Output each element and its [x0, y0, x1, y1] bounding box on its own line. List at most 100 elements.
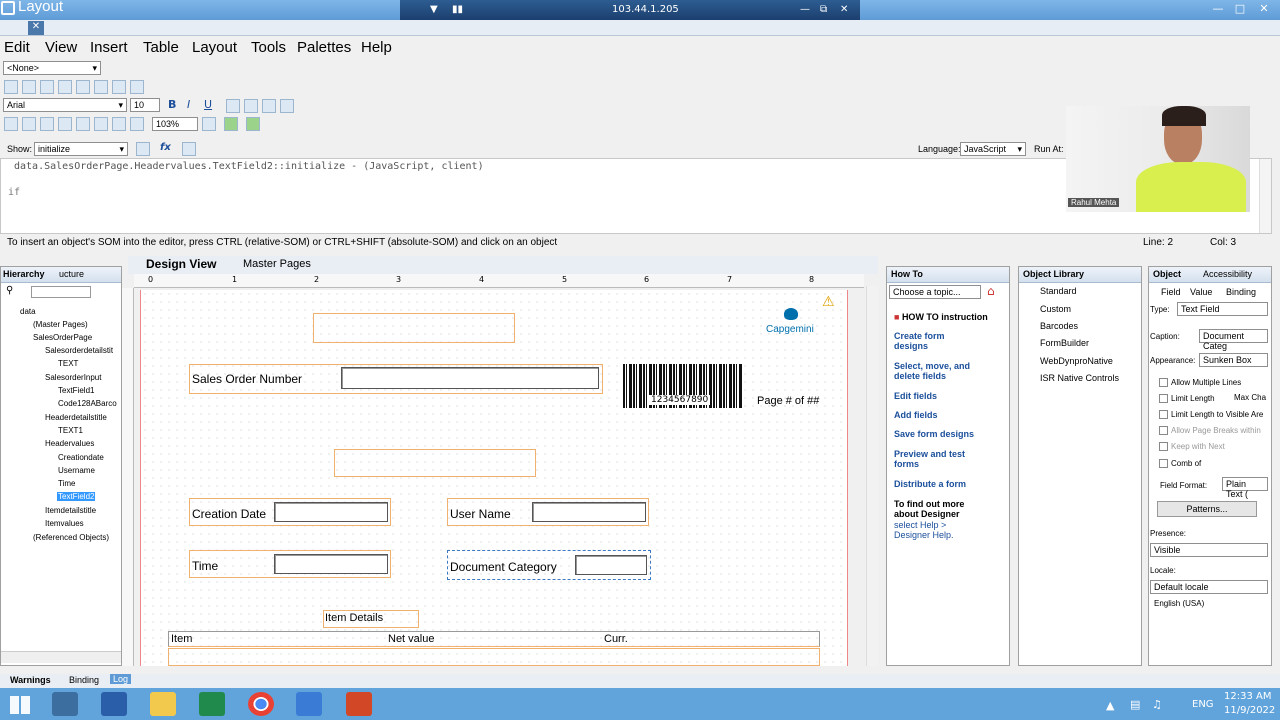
tree-item-headervalues[interactable]: Headervalues [45, 439, 94, 448]
tab-log[interactable]: Log [110, 674, 132, 684]
fit-height-icon[interactable] [94, 117, 108, 131]
tray-language[interactable]: ENG [1192, 699, 1214, 710]
close-button[interactable]: ✕ [1256, 2, 1272, 16]
hierarchy-scrollbar[interactable] [1, 651, 121, 663]
tab-accessibility[interactable]: Accessibility [1203, 269, 1252, 279]
header-placeholder-field[interactable] [313, 313, 515, 343]
tree-item-text[interactable]: TEXT [58, 359, 78, 368]
network-icon[interactable]: ▤ [1130, 698, 1140, 711]
header-detail-placeholder[interactable] [334, 449, 536, 477]
tree-item-textfield1[interactable]: TextField1 [58, 386, 94, 395]
tab-binding[interactable]: Binding [69, 675, 99, 685]
limit-visible-area-checkbox[interactable]: Limit Length to Visible Are [1159, 410, 1263, 420]
server-manager-icon[interactable] [52, 692, 78, 716]
ungroup-icon[interactable] [94, 80, 108, 94]
tray-date[interactable]: 11/9/2022 [1224, 705, 1275, 716]
warning-icon[interactable]: ⚠ [822, 294, 835, 310]
style-select[interactable]: <None> ▾ [3, 61, 101, 75]
field-format-select[interactable]: Plain Text ( [1222, 477, 1268, 499]
tab-object[interactable]: Object [1153, 269, 1181, 279]
fit-width-icon[interactable] [112, 117, 126, 131]
volume-icon[interactable]: ♫ [1152, 698, 1162, 711]
distribute-icon[interactable] [58, 80, 72, 94]
start-button[interactable] [10, 696, 30, 714]
allow-page-breaks-checkbox[interactable]: Allow Page Breaks within [1159, 426, 1261, 436]
patterns-button[interactable]: Patterns... [1157, 501, 1257, 517]
creation-date-input[interactable] [274, 502, 388, 522]
pin-icon[interactable]: ▼ [430, 4, 438, 15]
locale-select[interactable]: Default locale [1150, 580, 1268, 594]
align-center-icon[interactable] [22, 80, 36, 94]
align-right-icon[interactable] [40, 80, 54, 94]
text-align-left-icon[interactable] [226, 99, 240, 113]
tray-time[interactable]: 12:33 AM [1224, 691, 1271, 702]
menu-layout[interactable]: Layout [192, 39, 237, 56]
menu-help[interactable]: Help [361, 39, 392, 56]
minimize-button[interactable]: — [1210, 2, 1226, 16]
tree-item-time[interactable]: Time [58, 479, 75, 488]
library-barcodes[interactable]: Barcodes [1040, 321, 1078, 331]
caption-input[interactable]: Document Categ [1199, 329, 1268, 351]
menu-palettes[interactable]: Palettes [297, 39, 351, 56]
comb-checkbox[interactable]: Comb of [1159, 459, 1201, 469]
show-event-select[interactable]: initialize ▾ [34, 142, 128, 156]
subtab-field[interactable]: Field [1161, 287, 1181, 297]
search-icon[interactable]: ⚲ [6, 285, 13, 296]
rdp-minimize-button[interactable]: — [800, 4, 810, 15]
powershell-icon[interactable] [101, 692, 127, 716]
rdp-restore-button[interactable]: ⧉ [820, 4, 827, 15]
item-table-row[interactable] [168, 648, 820, 666]
snap-icon[interactable] [58, 117, 72, 131]
item-table-header[interactable]: Item Net value Curr. [168, 631, 820, 647]
rdp-close-button[interactable]: ✕ [840, 4, 848, 15]
maximize-button[interactable]: □ [1232, 2, 1248, 16]
underline-button[interactable]: U [204, 98, 212, 111]
library-standard[interactable]: Standard [1040, 286, 1077, 296]
justify-icon[interactable] [280, 99, 294, 113]
back-icon[interactable] [4, 117, 18, 131]
user-name-input[interactable] [532, 502, 646, 522]
type-select[interactable]: Text Field [1177, 302, 1268, 316]
tree-item-creationdate[interactable]: Creationdate [58, 453, 104, 462]
zoom-in-icon[interactable] [202, 117, 216, 131]
tree-item-itemdetailstitle[interactable]: Itemdetailstitle [45, 506, 96, 515]
tab-structure[interactable]: ucture [59, 269, 84, 279]
tree-item-text1[interactable]: TEXT1 [58, 426, 83, 435]
file-explorer-icon[interactable] [150, 692, 176, 716]
tree-item-code128[interactable]: Code128ABarco [58, 399, 117, 408]
zoom-select[interactable]: 103% [152, 117, 198, 131]
howto-link-distribute[interactable]: Distribute a form [894, 479, 994, 489]
menu-view[interactable]: View [45, 39, 77, 56]
tree-item-referenced-objects[interactable]: (Referenced Objects) [33, 533, 109, 542]
form-canvas[interactable] [140, 290, 848, 666]
design-scrollbar[interactable] [866, 286, 878, 666]
limit-length-checkbox[interactable]: Limit Length [1159, 394, 1215, 404]
menu-insert[interactable]: Insert [90, 39, 128, 56]
howto-link-select[interactable]: Select, move, and delete fields [894, 361, 994, 381]
chrome-icon[interactable] [248, 692, 274, 716]
text-align-right-icon[interactable] [262, 99, 276, 113]
font-select[interactable]: Arial ▾ [3, 98, 127, 112]
tab-hierarchy[interactable]: Hierarchy [3, 269, 45, 279]
function-icon[interactable]: fx [160, 142, 171, 153]
presence-select[interactable]: Visible [1150, 543, 1268, 557]
text-align-center-icon[interactable] [244, 99, 258, 113]
group-icon[interactable] [76, 80, 90, 94]
sap-icon[interactable] [296, 692, 322, 716]
tree-item-headerdetailstitle[interactable]: Headerdetailstitle [45, 413, 107, 422]
tree-item-username[interactable]: Username [58, 466, 95, 475]
forward-icon[interactable] [22, 117, 36, 131]
align-left-icon[interactable] [4, 80, 18, 94]
tab-master-pages[interactable]: Master Pages [243, 258, 311, 270]
powerpoint-icon[interactable] [346, 692, 372, 716]
font-size-select[interactable]: 10 [130, 98, 160, 112]
howto-link-edit[interactable]: Edit fields [894, 391, 994, 401]
resize-icon[interactable] [130, 80, 144, 94]
menu-table[interactable]: Table [143, 39, 179, 56]
library-formbuilder[interactable]: FormBuilder [1040, 338, 1089, 348]
library-custom[interactable]: Custom [1040, 304, 1071, 314]
keep-with-next-checkbox[interactable]: Keep with Next [1159, 442, 1225, 452]
subtab-binding[interactable]: Binding [1226, 287, 1256, 297]
barcode[interactable]: 1234567890 [623, 364, 743, 408]
events-icon[interactable] [136, 142, 150, 156]
